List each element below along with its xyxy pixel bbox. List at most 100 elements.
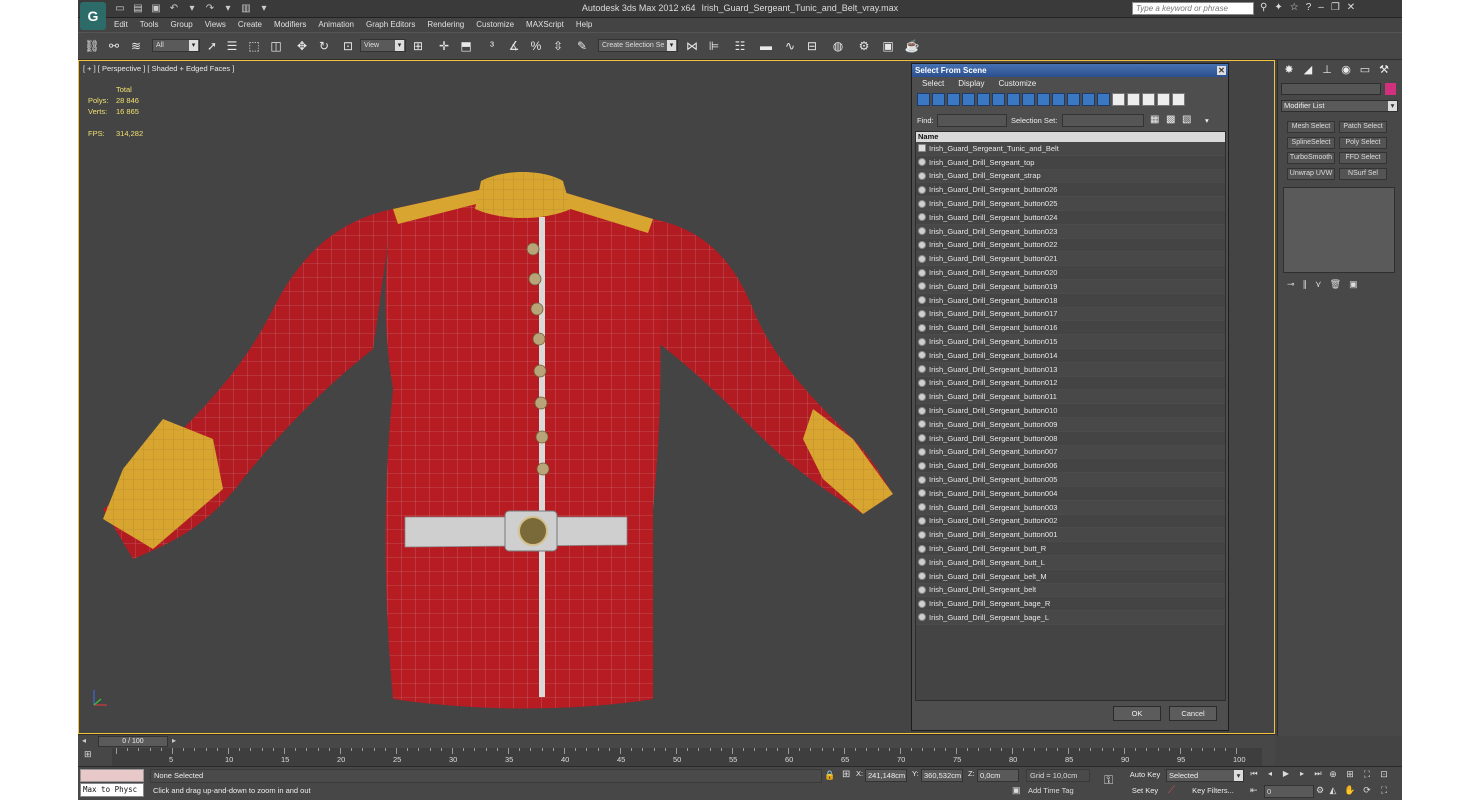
menu-customize[interactable]: Customize — [470, 18, 520, 32]
rendered-frame-icon[interactable]: ▣ — [880, 38, 896, 54]
zoom-extents-all-icon[interactable]: ⊡ — [1377, 769, 1391, 782]
menu-create[interactable]: Create — [232, 18, 268, 32]
list-item[interactable]: Irish_Guard_Drill_Sergeant_button025 — [916, 197, 1225, 211]
poly-select-button[interactable]: Poly Select — [1339, 137, 1387, 149]
menu-edit[interactable]: Edit — [108, 18, 134, 32]
render-setup-icon[interactable]: ⚙ — [856, 38, 872, 54]
communication-center-icon[interactable]: ✦ — [1274, 2, 1282, 13]
list-item[interactable]: Irish_Guard_Drill_Sergeant_button003 — [916, 500, 1225, 515]
play-icon[interactable]: ▶ — [1280, 769, 1292, 779]
go-to-start-icon[interactable]: ⏮ — [1248, 769, 1260, 779]
show-end-result-icon[interactable]: ∥ — [1303, 279, 1308, 293]
bind-space-warp-icon[interactable]: ≋ — [128, 38, 144, 54]
menu-graph-editors[interactable]: Graph Editors — [360, 18, 421, 32]
spinner-snap-icon[interactable]: ⇳ — [550, 38, 566, 54]
selection-set-remove-icon[interactable]: ▧ — [1182, 114, 1191, 125]
turbosmooth-button[interactable]: TurboSmooth — [1287, 152, 1335, 164]
modifier-list-dropdown[interactable]: Modifier List — [1281, 100, 1398, 112]
list-item[interactable]: Irish_Guard_Drill_Sergeant_belt — [916, 583, 1225, 598]
motion-tab-icon[interactable]: ◉ — [1339, 63, 1353, 77]
object-name-field[interactable] — [1281, 83, 1381, 95]
dialog-menu-select[interactable]: Select — [922, 77, 944, 91]
list-item[interactable]: Irish_Guard_Drill_Sergeant_button015 — [916, 335, 1225, 349]
scale-icon[interactable]: ⊡ — [340, 38, 356, 54]
list-item[interactable]: Irish_Guard_Drill_Sergeant_button024 — [916, 211, 1225, 225]
list-item[interactable]: Irish_Guard_Drill_Sergeant_button026 — [916, 183, 1225, 198]
mesh-select-button[interactable]: Mesh Select — [1287, 121, 1335, 133]
list-item[interactable]: Irish_Guard_Drill_Sergeant_button020 — [916, 266, 1225, 280]
list-item[interactable]: Irish_Guard_Drill_Sergeant_belt_M — [916, 570, 1225, 584]
filter-frozen-icon[interactable] — [1067, 93, 1080, 106]
make-unique-icon[interactable]: ⋎ — [1315, 279, 1322, 293]
modifier-stack[interactable] — [1283, 187, 1395, 273]
list-item[interactable]: Irish_Guard_Drill_Sergeant_button018 — [916, 294, 1225, 308]
dialog-close-icon[interactable]: ✕ — [1217, 66, 1226, 75]
move-icon[interactable]: ✥ — [294, 38, 310, 54]
pin-stack-icon[interactable]: ⊸ — [1287, 279, 1295, 293]
angle-snap-icon[interactable]: ∡ — [506, 38, 522, 54]
named-selection-dropdown[interactable]: Create Selection Se — [598, 39, 678, 52]
ok-button[interactable]: OK — [1113, 706, 1161, 721]
list-item[interactable]: Irish_Guard_Drill_Sergeant_bage_R — [916, 597, 1225, 612]
filter-cameras-icon[interactable] — [962, 93, 975, 106]
list-item[interactable]: Irish_Guard_Drill_Sergeant_button017 — [916, 307, 1225, 322]
x-value-field[interactable]: 241,148cm — [865, 769, 907, 782]
viewport-label[interactable]: [ + ] [ Perspective ] [ Shaded + Edged F… — [83, 64, 234, 73]
list-item[interactable]: Irish_Guard_Drill_Sergeant_top — [916, 156, 1225, 170]
list-item[interactable]: Irish_Guard_Drill_Sergeant_button004 — [916, 487, 1225, 501]
layer-manager-icon[interactable]: ☷ — [732, 38, 748, 54]
display-all-icon[interactable] — [1097, 93, 1110, 106]
time-config-icon[interactable]: ⚙ — [1316, 785, 1324, 796]
create-tab-icon[interactable]: ✸ — [1282, 63, 1296, 77]
selection-filter-dropdown[interactable]: All — [152, 39, 200, 52]
time-slider[interactable]: 0 / 100 — [98, 736, 168, 747]
pan-icon[interactable]: ✋ — [1343, 785, 1357, 798]
list-item[interactable]: Irish_Guard_Drill_Sergeant_button002 — [916, 515, 1225, 529]
maxscript-listener-output[interactable] — [80, 769, 144, 782]
hierarchy-tab-icon[interactable]: ⊥ — [1320, 63, 1334, 77]
list-item[interactable]: Irish_Guard_Drill_Sergeant_bage_L — [916, 611, 1225, 625]
next-frame-icon[interactable]: ▸ — [1296, 769, 1308, 779]
list-item[interactable]: Irish_Guard_Drill_Sergeant_button022 — [916, 239, 1225, 253]
filter-funnel-icon[interactable] — [1157, 93, 1170, 106]
schematic-view-icon[interactable]: ⊟ — [804, 38, 820, 54]
filter-shapes-icon[interactable] — [932, 93, 945, 106]
help-search-input[interactable]: Type a keyword or phrase — [1132, 2, 1254, 15]
filter-lights-icon[interactable] — [947, 93, 960, 106]
rotate-icon[interactable]: ↻ — [316, 38, 332, 54]
utilities-tab-icon[interactable]: ⚒ — [1377, 63, 1391, 77]
render-production-icon[interactable]: ☕ — [904, 38, 920, 54]
options-dropdown-icon[interactable]: ▾ — [1205, 116, 1209, 125]
select-manipulate-icon[interactable]: ✛ — [436, 38, 452, 54]
edit-named-sets-icon[interactable]: ✎ — [574, 38, 590, 54]
name-column-header[interactable]: Name — [916, 132, 1225, 142]
unlink-icon[interactable]: ⚯ — [106, 38, 122, 54]
configure-modifier-sets-icon[interactable]: ▣ — [1349, 279, 1358, 293]
list-item[interactable]: Irish_Guard_Drill_Sergeant_button009 — [916, 417, 1225, 432]
display-children-icon[interactable] — [1142, 93, 1155, 106]
list-item[interactable]: Irish_Guard_Drill_Sergeant_button023 — [916, 224, 1225, 239]
modify-tab-icon[interactable]: ◢ — [1301, 63, 1315, 77]
list-item[interactable]: Irish_Guard_Drill_Sergeant_button007 — [916, 445, 1225, 460]
help-icon[interactable]: ? — [1306, 2, 1312, 13]
nsurf-sel-button[interactable]: NSurf Sel — [1339, 168, 1387, 180]
window-crossing-icon[interactable]: ◫ — [268, 38, 284, 54]
tunic-3d-model[interactable] — [93, 109, 893, 749]
list-item[interactable]: Irish_Guard_Drill_Sergeant_button008 — [916, 432, 1225, 446]
list-item[interactable]: Irish_Guard_Drill_Sergeant_button011 — [916, 390, 1225, 405]
filter-containers-icon[interactable] — [1052, 93, 1065, 106]
binoculars-icon[interactable]: ⚲ — [1260, 2, 1267, 13]
restore-icon[interactable]: ❐ — [1331, 2, 1340, 13]
list-item[interactable]: Irish_Guard_Sergeant_Tunic_and_Belt — [916, 142, 1225, 156]
menu-tools[interactable]: Tools — [134, 18, 165, 32]
link-icon[interactable]: ⛓ — [84, 38, 100, 54]
list-item[interactable]: Irish_Guard_Drill_Sergeant_butt_R — [916, 542, 1225, 556]
filter-helpers-icon[interactable] — [977, 93, 990, 106]
display-none-icon[interactable] — [1112, 93, 1125, 106]
filter-geometry-icon[interactable] — [917, 93, 930, 106]
go-to-end-icon[interactable]: ⏭ — [1312, 769, 1324, 779]
dialog-titlebar[interactable]: Select From Scene ✕ — [912, 64, 1228, 77]
track-bar[interactable]: 5 10 15 20 25 30 35 40 45 50 55 60 65 70 75 80 85 90 95 100 — [112, 748, 1262, 766]
reference-coord-dropdown[interactable]: View — [360, 39, 406, 52]
menu-views[interactable]: Views — [199, 18, 232, 32]
